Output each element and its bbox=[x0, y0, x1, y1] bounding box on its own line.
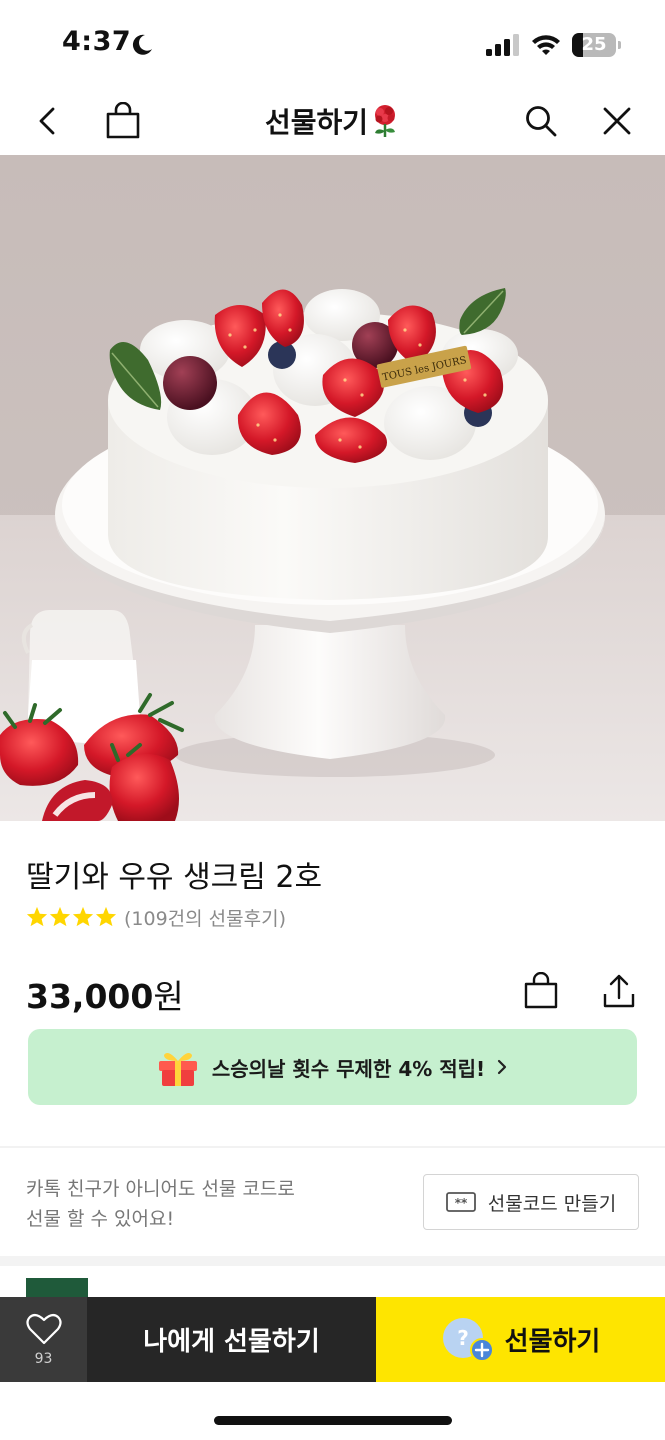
friend-add-icon: ? bbox=[442, 1317, 494, 1362]
gift-to-self-button[interactable]: 나에게 선물하기 bbox=[87, 1297, 376, 1382]
share-button[interactable] bbox=[596, 968, 642, 1014]
promo-banner[interactable]: 스승의날 횟수 무제한 4% 적립! bbox=[28, 1029, 637, 1105]
star-icon bbox=[95, 906, 117, 927]
chevron-right-icon bbox=[498, 1059, 507, 1075]
battery-level: 25 bbox=[581, 34, 607, 55]
gift-code-description: 카톡 친구가 아니어도 선물 코드로 선물 할 수 있어요! bbox=[26, 1174, 356, 1234]
add-to-cart-button[interactable] bbox=[518, 968, 564, 1014]
product-image: TOUS les JOURS bbox=[0, 155, 665, 821]
create-gift-code-button[interactable]: ** 선물코드 만들기 bbox=[423, 1174, 639, 1230]
section-divider bbox=[0, 1256, 665, 1266]
gift-code-description-line: 카톡 친구가 아니어도 선물 코드로 bbox=[26, 1178, 295, 1200]
divider bbox=[0, 1146, 665, 1148]
svg-text:**: ** bbox=[455, 1196, 468, 1210]
svg-text:?: ? bbox=[457, 1326, 469, 1350]
star-icon bbox=[49, 906, 71, 927]
star-icon bbox=[72, 906, 94, 927]
wish-count: 93 bbox=[34, 1350, 53, 1367]
create-gift-code-label: 선물코드 만들기 bbox=[487, 1192, 617, 1215]
send-gift-label: 선물하기 bbox=[504, 1327, 601, 1357]
search-icon bbox=[526, 106, 557, 137]
page-title: 선물하기 bbox=[264, 106, 369, 139]
status-bar: 4:37 25 bbox=[0, 0, 665, 88]
search-button[interactable] bbox=[518, 98, 564, 144]
product-title: 딸기와 우유 생크림 2호 bbox=[26, 860, 323, 895]
home-indicator bbox=[214, 1416, 452, 1425]
shopping-bag-icon bbox=[524, 972, 558, 1009]
nav-title-area: 선물하기 bbox=[0, 98, 665, 144]
wish-button[interactable]: 93 bbox=[0, 1297, 87, 1382]
rating-row[interactable]: (109건의 선물후기) bbox=[26, 904, 286, 930]
gift-box-icon bbox=[158, 1053, 197, 1086]
close-icon bbox=[603, 107, 631, 135]
wifi-icon bbox=[532, 35, 560, 55]
product-price: 33,000원 bbox=[26, 970, 184, 1018]
gift-to-self-label: 나에게 선물하기 bbox=[143, 1327, 320, 1357]
code-icon: ** bbox=[445, 1192, 476, 1212]
promo-text: 스승의날 횟수 무제한 4% 적립! bbox=[211, 1056, 486, 1081]
status-time: 4:37 bbox=[62, 26, 132, 57]
heart-icon bbox=[25, 1313, 62, 1344]
battery-icon: 25 bbox=[572, 33, 622, 57]
nav-bar: 선물하기 bbox=[0, 88, 665, 154]
price-unit: 원 bbox=[153, 977, 184, 1016]
review-count: (109건의 선물후기) bbox=[124, 907, 287, 930]
gift-code-description-line: 선물 할 수 있어요! bbox=[26, 1208, 175, 1230]
price-number: 33,000 bbox=[26, 977, 154, 1016]
star-icon bbox=[26, 906, 48, 927]
bottom-action-bar: 93 나에게 선물하기 ? 선물하기 bbox=[0, 1297, 665, 1382]
share-icon bbox=[603, 974, 635, 1008]
cellular-signal-icon bbox=[486, 34, 519, 56]
close-button[interactable] bbox=[594, 98, 640, 144]
moon-icon bbox=[132, 34, 152, 55]
rose-icon bbox=[375, 105, 396, 137]
send-gift-button[interactable]: ? 선물하기 bbox=[376, 1297, 665, 1382]
